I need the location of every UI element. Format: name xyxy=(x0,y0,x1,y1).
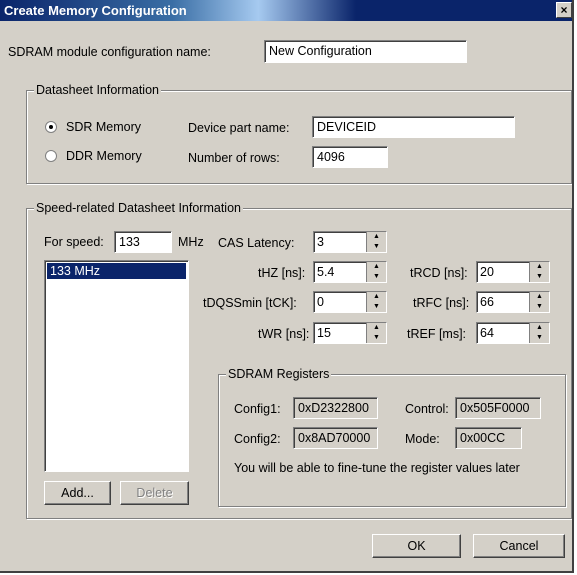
rows-label: Number of rows: xyxy=(188,151,280,165)
spin-up-icon[interactable]: ▲ xyxy=(530,262,549,272)
spin-buttons: ▲ ▼ xyxy=(529,323,549,343)
create-memory-config-dialog: Create Memory Configuration × SDRAM modu… xyxy=(0,0,574,573)
sdram-registers-legend: SDRAM Registers xyxy=(226,367,332,381)
trcd-spinner[interactable]: 20 ▲ ▼ xyxy=(476,261,550,283)
spin-buttons: ▲ ▼ xyxy=(366,323,386,343)
delete-button[interactable]: Delete xyxy=(120,481,189,505)
tdqss-spinner[interactable]: 0 ▲ ▼ xyxy=(313,291,387,313)
trfc-label: tRFC [ns]: xyxy=(413,296,470,310)
config1-label: Config1: xyxy=(234,402,281,416)
for-speed-input[interactable]: 133 xyxy=(114,231,172,253)
sdr-radio[interactable] xyxy=(45,121,57,133)
window-title: Create Memory Configuration xyxy=(4,3,187,18)
add-button[interactable]: Add... xyxy=(44,481,111,505)
config2-label: Config2: xyxy=(234,432,281,446)
spin-down-icon[interactable]: ▼ xyxy=(367,302,386,312)
cas-latency-label: CAS Latency: xyxy=(218,236,295,250)
config-name-input[interactable]: New Configuration xyxy=(264,40,467,63)
twr-spinner[interactable]: 15 ▲ ▼ xyxy=(313,322,387,344)
spin-down-icon[interactable]: ▼ xyxy=(530,302,549,312)
device-part-input[interactable]: DEVICEID xyxy=(312,116,515,138)
datasheet-info-legend: Datasheet Information xyxy=(34,83,161,97)
device-part-label: Device part name: xyxy=(188,121,290,135)
tdqss-label: tDQSSmin [tCK]: xyxy=(203,296,297,310)
rows-input[interactable]: 4096 xyxy=(312,146,388,168)
speed-list[interactable]: 133 MHz xyxy=(44,260,189,472)
spin-down-icon[interactable]: ▼ xyxy=(367,333,386,343)
spin-buttons: ▲ ▼ xyxy=(366,262,386,282)
list-item[interactable]: 133 MHz xyxy=(47,263,186,279)
twr-label: tWR [ns]: xyxy=(258,327,310,341)
spin-buttons: ▲ ▼ xyxy=(529,262,549,282)
config2-value: 0x8AD70000 xyxy=(293,427,378,449)
thz-spinner[interactable]: 5.4 ▲ ▼ xyxy=(313,261,387,283)
trfc-spinner[interactable]: 66 ▲ ▼ xyxy=(476,291,550,313)
tref-spinner[interactable]: 64 ▲ ▼ xyxy=(476,322,550,344)
mhz-label: MHz xyxy=(178,235,204,249)
mode-label: Mode: xyxy=(405,432,440,446)
trcd-label: tRCD [ns]: xyxy=(410,266,468,280)
spin-up-icon[interactable]: ▲ xyxy=(367,323,386,333)
mode-value: 0x00CC xyxy=(455,427,522,449)
cas-latency-spinner[interactable]: 3 ▲ ▼ xyxy=(313,231,387,253)
title-bar: Create Memory Configuration × xyxy=(0,0,572,21)
spin-buttons: ▲ ▼ xyxy=(366,232,386,252)
spin-down-icon[interactable]: ▼ xyxy=(530,333,549,343)
spin-down-icon[interactable]: ▼ xyxy=(367,272,386,282)
spin-buttons: ▲ ▼ xyxy=(529,292,549,312)
control-value: 0x505F0000 xyxy=(455,397,541,419)
ok-button[interactable]: OK xyxy=(372,534,461,558)
fine-tune-note: You will be able to fine-tune the regist… xyxy=(234,461,520,475)
spin-down-icon[interactable]: ▼ xyxy=(530,272,549,282)
spin-up-icon[interactable]: ▲ xyxy=(367,232,386,242)
thz-label: tHZ [ns]: xyxy=(258,266,306,280)
cancel-button[interactable]: Cancel xyxy=(473,534,565,558)
speed-info-legend: Speed-related Datasheet Information xyxy=(34,201,243,215)
tref-label: tREF [ms]: xyxy=(407,327,467,341)
config-name-label: SDRAM module configuration name: xyxy=(8,45,211,59)
spin-up-icon[interactable]: ▲ xyxy=(530,292,549,302)
config1-value: 0xD2322800 xyxy=(293,397,378,419)
spin-up-icon[interactable]: ▲ xyxy=(530,323,549,333)
close-icon[interactable]: × xyxy=(556,2,572,18)
ddr-radio-label[interactable]: DDR Memory xyxy=(66,149,142,163)
for-speed-label: For speed: xyxy=(44,235,104,249)
spin-buttons: ▲ ▼ xyxy=(366,292,386,312)
spin-up-icon[interactable]: ▲ xyxy=(367,292,386,302)
spin-down-icon[interactable]: ▼ xyxy=(367,242,386,252)
ddr-radio[interactable] xyxy=(45,150,57,162)
sdr-radio-label[interactable]: SDR Memory xyxy=(66,120,141,134)
control-label: Control: xyxy=(405,402,449,416)
spin-up-icon[interactable]: ▲ xyxy=(367,262,386,272)
